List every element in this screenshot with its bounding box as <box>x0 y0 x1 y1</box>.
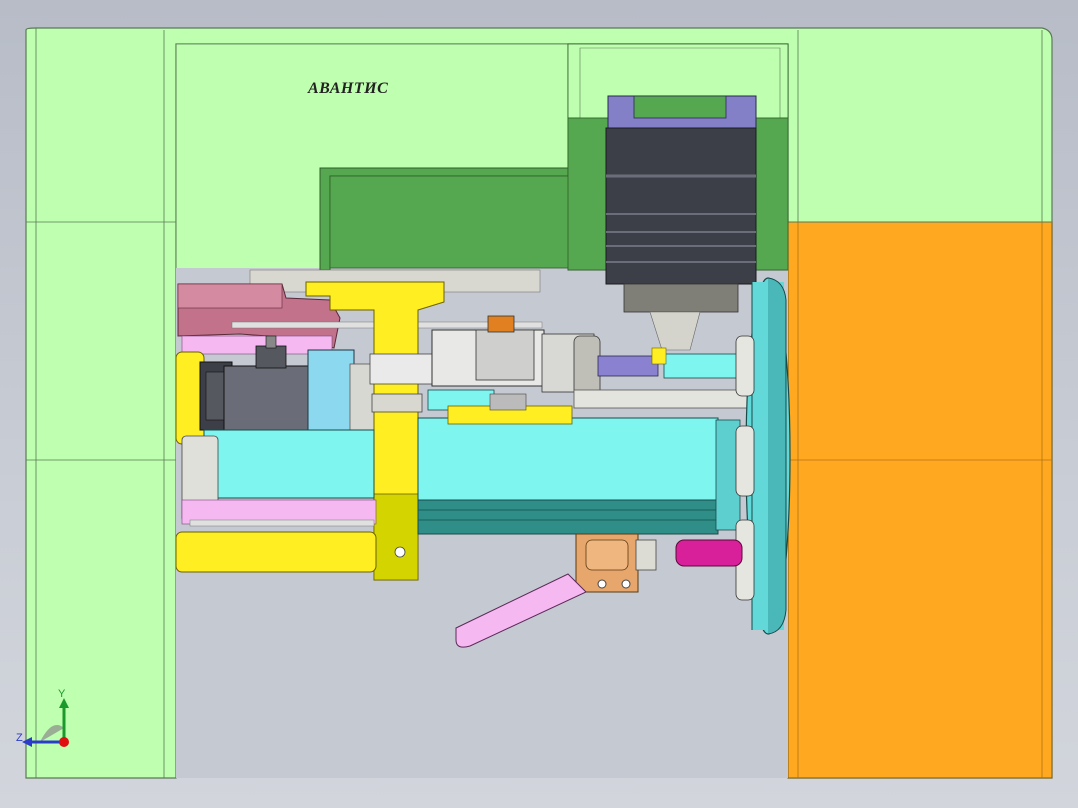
guide-rod-bottom <box>189 519 375 527</box>
orange-guard[interactable] <box>787 221 1053 779</box>
z-axis-label: Z <box>16 732 23 744</box>
linear-guide <box>573 389 749 409</box>
rear-rod <box>597 355 659 377</box>
y-axis-label: Y <box>58 688 66 700</box>
z-axis-motor[interactable] <box>605 95 757 313</box>
axis-triad <box>22 698 69 747</box>
magenta-cylinder[interactable] <box>675 539 743 567</box>
cyan-shaft <box>663 353 745 379</box>
assembly-drawing <box>25 27 1053 779</box>
x-axis-icon <box>59 737 69 747</box>
cad-viewport[interactable]: АВАНТИС Y Z <box>0 0 1078 808</box>
brand-label: АВАНТИС <box>308 80 389 97</box>
yellow-tab <box>651 347 667 365</box>
yellow-bar[interactable] <box>175 531 377 573</box>
